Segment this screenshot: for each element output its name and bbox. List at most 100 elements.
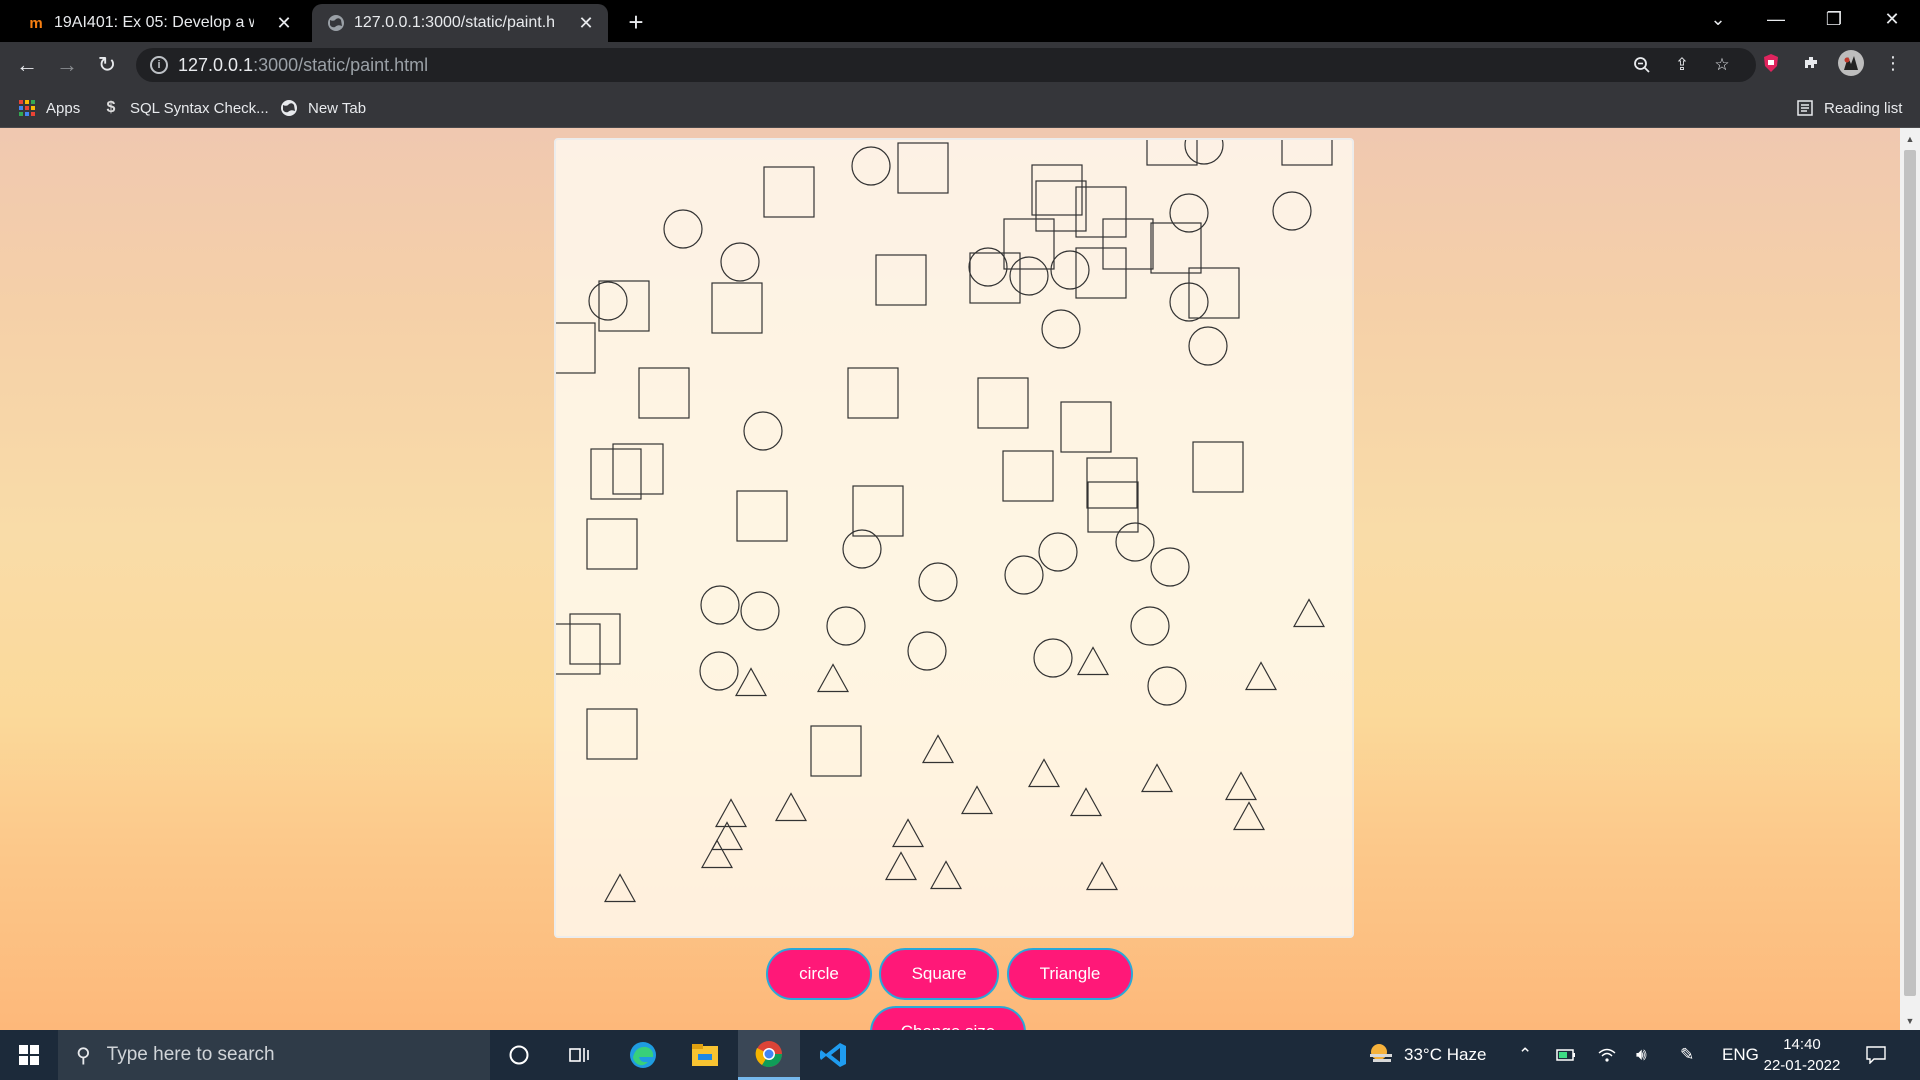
drawn-circle [918, 562, 958, 602]
task-view-icon[interactable] [550, 1030, 608, 1080]
pen-icon[interactable]: ✎ [1680, 1030, 1694, 1080]
drawn-circle [700, 585, 740, 625]
windows-taskbar: ⚲ Type here to search 33°C Haze ⌃ 🔊︎ ✎ E… [0, 1030, 1920, 1080]
drawn-square [1087, 481, 1139, 533]
drawn-square [598, 280, 650, 332]
tab-ex05[interactable]: m 19AI401: Ex 05: Develop a webpa ✕ [12, 4, 306, 42]
drawn-triangle [1232, 801, 1266, 831]
drawn-square [556, 322, 596, 374]
forward-icon[interactable]: → [52, 50, 82, 80]
weather-widget[interactable]: 33°C Haze [1368, 1030, 1486, 1080]
show-hidden-icons[interactable]: ⌃ [1518, 1030, 1532, 1080]
drawn-circle [720, 242, 760, 282]
drawn-circle [851, 146, 891, 186]
drawn-circle [907, 631, 947, 671]
language-indicator[interactable]: ENG [1722, 1030, 1759, 1080]
paint-canvas[interactable] [554, 138, 1354, 938]
vscode-icon[interactable] [804, 1030, 862, 1080]
drawn-square [810, 725, 862, 777]
bookmark-apps[interactable]: Apps [18, 96, 80, 120]
url-text[interactable]: 127.0.0.1:3000/static/paint.html [178, 55, 428, 76]
brave-shield-icon[interactable] [1758, 50, 1784, 76]
triangle-button[interactable]: Triangle [1007, 948, 1133, 1000]
clock-date: 22-01-2022 [1763, 1057, 1841, 1074]
drawn-square [763, 166, 815, 218]
drawn-circle [588, 281, 628, 321]
drawn-triangle [921, 734, 955, 764]
cortana-icon[interactable] [490, 1030, 548, 1080]
minimize-button[interactable]: — [1748, 0, 1804, 38]
drawn-square [1281, 140, 1333, 166]
scroll-up-icon[interactable]: ▲ [1905, 134, 1915, 144]
address-bar[interactable]: i 127.0.0.1:3000/static/paint.html ⇪ ☆ [136, 48, 1756, 82]
url-path: :3000/static/paint.html [253, 55, 429, 75]
new-tab-button[interactable]: + [622, 7, 650, 37]
drawn-triangle [734, 667, 768, 697]
wifi-icon[interactable] [1598, 1030, 1616, 1080]
browser-titlebar: m 19AI401: Ex 05: Develop a webpa ✕ 127.… [0, 0, 1920, 42]
drawn-triangle [891, 818, 925, 848]
drawing-surface[interactable] [556, 140, 1352, 936]
close-window-button[interactable]: ✕ [1864, 0, 1920, 38]
clock-time: 14:40 [1783, 1036, 1821, 1053]
edge-icon[interactable] [614, 1030, 672, 1080]
back-icon[interactable]: ← [12, 50, 42, 80]
change-size-button[interactable]: Change size [870, 1006, 1026, 1030]
file-explorer-icon[interactable] [676, 1030, 734, 1080]
close-tab-icon[interactable]: ✕ [274, 13, 294, 33]
drawn-square [1188, 267, 1240, 319]
tab-search-icon[interactable]: ⌄ [1690, 0, 1746, 38]
shape-button-row: circle Square Triangle Change size [0, 948, 1900, 1030]
drawn-square [977, 377, 1029, 429]
site-info-icon[interactable]: i [150, 56, 168, 74]
taskbar-search-box[interactable]: ⚲ Type here to search [58, 1030, 490, 1080]
share-icon[interactable]: ⇪ [1670, 53, 1694, 77]
drawn-square [875, 254, 927, 306]
drawn-triangle [1224, 771, 1258, 801]
page-scrollbar[interactable]: ▲ ▼ [1900, 128, 1920, 1030]
haze-weather-icon [1368, 1042, 1394, 1069]
tab-paint[interactable]: 127.0.0.1:3000/static/paint.html ✕ [312, 4, 608, 42]
volume-icon[interactable]: 🔊︎ [1636, 1030, 1647, 1080]
circle-button[interactable]: circle [766, 948, 872, 1000]
extensions-icon[interactable] [1798, 50, 1824, 76]
restore-button[interactable]: ❐ [1806, 0, 1862, 38]
bookmark-sql-syntax[interactable]: $ SQL Syntax Check... [102, 96, 269, 120]
profile-avatar[interactable] [1838, 50, 1864, 76]
system-clock[interactable]: 14:40 22-01-2022 [1760, 1034, 1844, 1076]
drawn-circle [968, 247, 1008, 287]
drawn-square [569, 613, 621, 665]
battery-icon[interactable] [1556, 1030, 1576, 1080]
scrollbar-thumb[interactable] [1904, 150, 1916, 996]
reading-list-button[interactable]: Reading list [1796, 96, 1902, 120]
zoom-icon[interactable] [1630, 53, 1654, 77]
reload-icon[interactable]: ↻ [92, 50, 122, 80]
search-placeholder: Type here to search [106, 1044, 275, 1065]
drawn-circle [826, 606, 866, 646]
bookmark-label: SQL Syntax Check... [130, 99, 269, 117]
drawn-circle [1050, 250, 1090, 290]
square-button[interactable]: Square [879, 948, 999, 1000]
drawn-circle [1041, 309, 1081, 349]
drawn-square [1150, 222, 1202, 274]
drawn-square [1102, 218, 1154, 270]
globe-icon [280, 99, 298, 117]
drawn-circle [1130, 606, 1170, 646]
notifications-icon[interactable] [1866, 1030, 1886, 1080]
windows-start-icon[interactable] [0, 1030, 58, 1080]
menu-kebab-icon[interactable]: ⋮ [1880, 50, 1906, 76]
drawn-triangle [1076, 646, 1110, 676]
bookmark-star-icon[interactable]: ☆ [1710, 53, 1734, 77]
drawn-circle [1272, 191, 1312, 231]
bookmark-new-tab[interactable]: New Tab [280, 96, 366, 120]
chrome-icon[interactable] [738, 1030, 800, 1080]
close-tab-icon[interactable]: ✕ [576, 13, 596, 33]
drawn-triangle [1292, 598, 1326, 628]
drawn-square [1035, 180, 1087, 232]
drawn-square [1146, 140, 1198, 166]
drawn-triangle [1069, 787, 1103, 817]
drawn-square [1086, 457, 1138, 509]
scroll-down-icon[interactable]: ▼ [1905, 1016, 1915, 1026]
drawn-triangle [714, 798, 748, 828]
drawn-square [711, 282, 763, 334]
